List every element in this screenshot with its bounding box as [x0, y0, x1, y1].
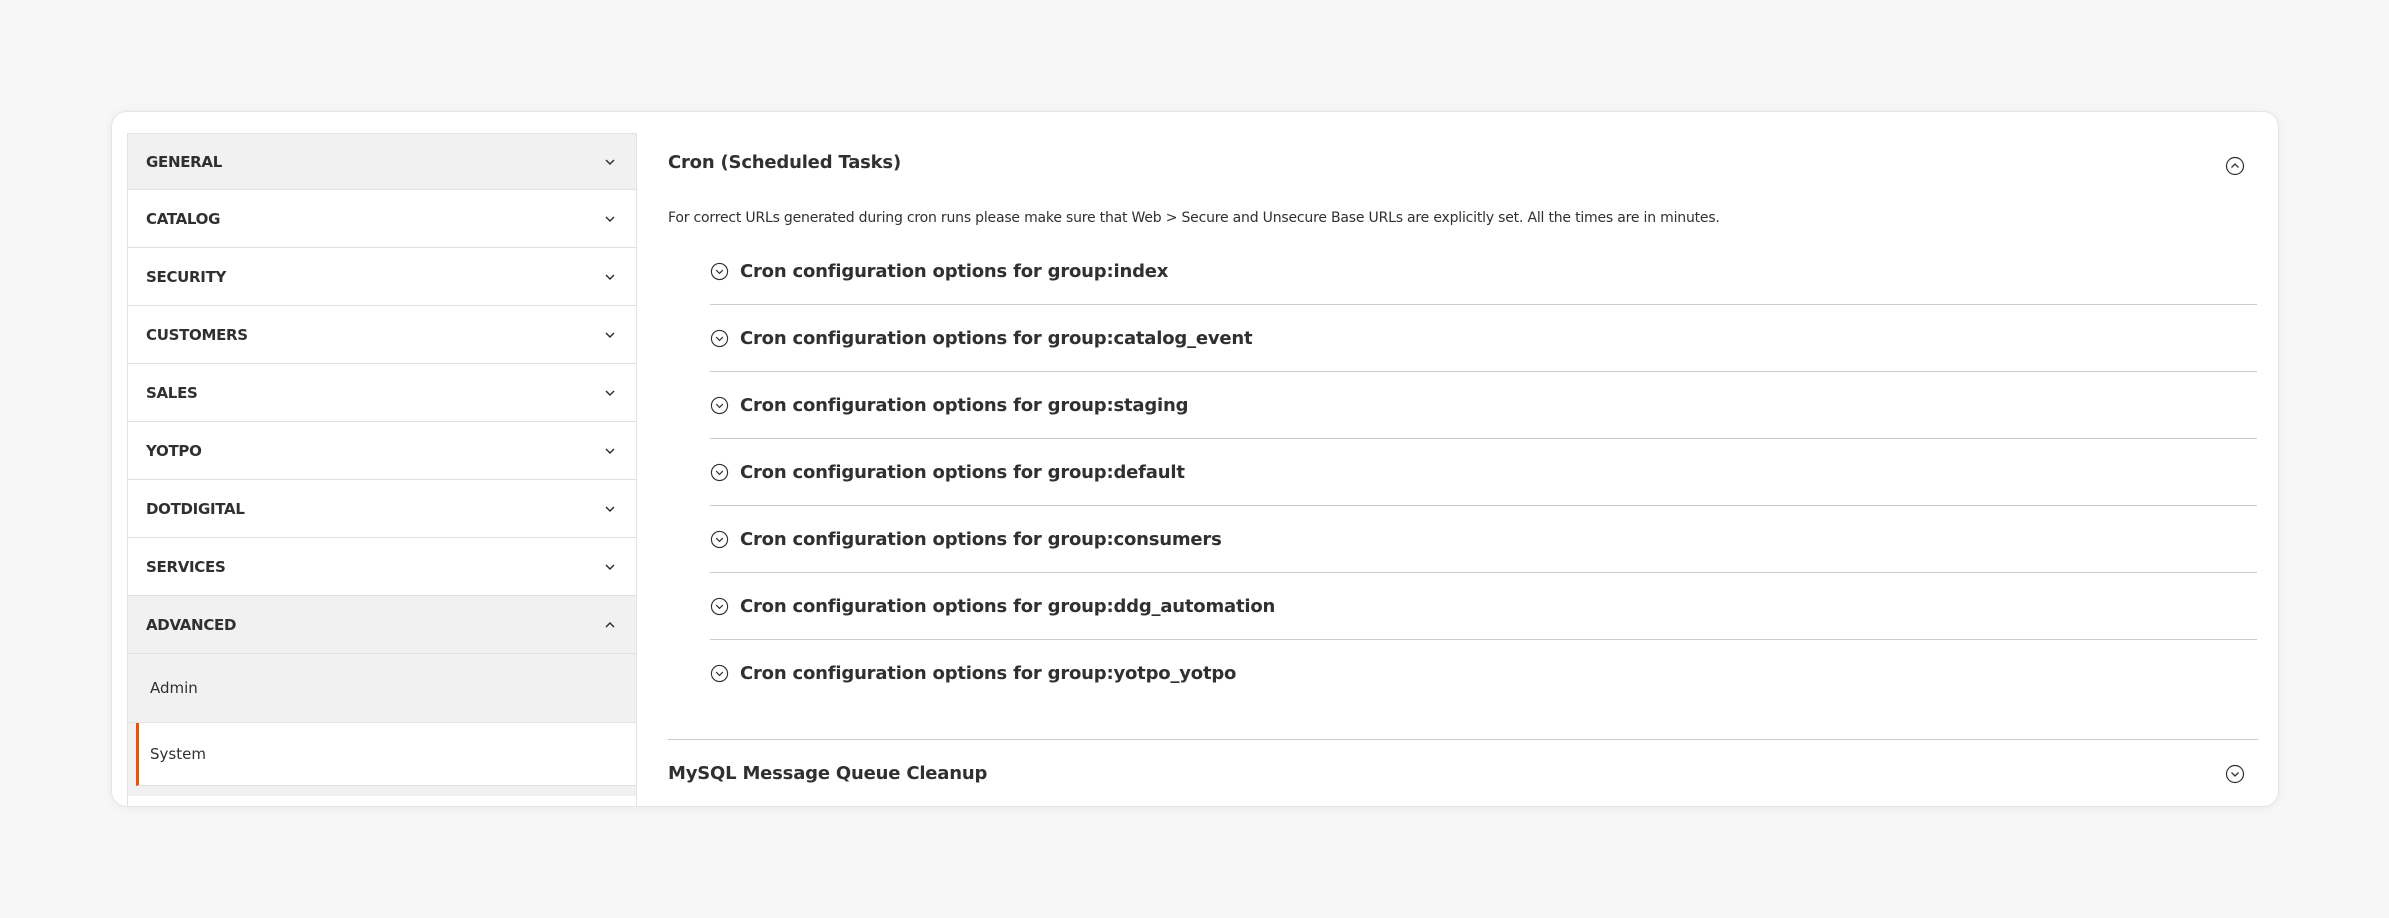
- circle-chevron-down-icon[interactable]: [2225, 764, 2245, 784]
- sidebar-item-services[interactable]: SERVICES: [128, 538, 636, 596]
- chevron-down-icon: [605, 158, 615, 165]
- chevron-down-icon: [605, 215, 615, 222]
- chevron-down-icon: [605, 563, 615, 570]
- sidebar-item-label: SERVICES: [146, 557, 226, 576]
- main-content: Cron (Scheduled Tasks) For correct URLs …: [668, 112, 2278, 806]
- chevron-up-icon: [605, 621, 615, 628]
- sidebar-item-label: SECURITY: [146, 267, 227, 286]
- section-divider: [668, 739, 2258, 740]
- config-sidebar: GENERAL CATALOG SECURITY CUSTOMERS SALES…: [127, 133, 637, 806]
- sidebar-subitem-label: Admin: [150, 679, 198, 697]
- sidebar-item-label: ADVANCED: [146, 615, 237, 634]
- sidebar-item-label: CUSTOMERS: [146, 325, 248, 344]
- cron-group-label: Cron configuration options for group:yot…: [740, 663, 1237, 684]
- cron-group-label: Cron configuration options for group:ind…: [740, 260, 1169, 282]
- sidebar-item-label: DOTDIGITAL: [146, 499, 245, 518]
- circle-chevron-down-icon: [710, 262, 729, 280]
- cron-group-consumers[interactable]: Cron configuration options for group:con…: [710, 506, 2257, 573]
- cron-group-staging[interactable]: Cron configuration options for group:sta…: [710, 372, 2257, 439]
- sidebar-item-catalog[interactable]: CATALOG: [128, 190, 636, 248]
- circle-chevron-down-icon: [710, 463, 729, 481]
- cron-group-catalog-event[interactable]: Cron configuration options for group:cat…: [710, 305, 2257, 372]
- cron-group-label: Cron configuration options for group:def…: [740, 461, 1185, 483]
- cron-section-description: For correct URLs generated during cron r…: [668, 210, 1720, 226]
- circle-chevron-down-icon: [710, 664, 729, 683]
- sidebar-item-label: CATALOG: [146, 209, 221, 228]
- sidebar-item-yotpo[interactable]: YOTPO: [128, 422, 636, 480]
- sidebar-item-sales[interactable]: SALES: [128, 364, 636, 422]
- sidebar-item-label: SALES: [146, 383, 198, 402]
- sidebar-item-general[interactable]: GENERAL: [128, 133, 636, 190]
- cron-group-yotpo-yotpo[interactable]: Cron configuration options for group:yot…: [710, 640, 2257, 707]
- chevron-down-icon: [605, 447, 615, 454]
- cron-section-title[interactable]: Cron (Scheduled Tasks): [668, 152, 901, 173]
- sidebar-item-advanced[interactable]: ADVANCED: [128, 596, 636, 654]
- mysql-queue-section-title[interactable]: MySQL Message Queue Cleanup: [668, 763, 987, 784]
- cron-group-label: Cron configuration options for group:ddg…: [740, 595, 1276, 617]
- chevron-down-icon: [605, 273, 615, 280]
- chevron-down-icon: [605, 331, 615, 338]
- config-panel: GENERAL CATALOG SECURITY CUSTOMERS SALES…: [111, 111, 2279, 807]
- cron-group-index[interactable]: Cron configuration options for group:ind…: [710, 238, 2257, 305]
- cron-group-label: Cron configuration options for group:sta…: [740, 394, 1189, 416]
- circle-chevron-down-icon: [710, 597, 729, 615]
- cron-group-label: Cron configuration options for group:cat…: [740, 327, 1253, 349]
- chevron-down-icon: [605, 505, 615, 512]
- sidebar-item-label: YOTPO: [146, 441, 202, 460]
- sidebar-subitem-system[interactable]: System: [136, 723, 636, 786]
- circle-chevron-down-icon: [710, 530, 729, 548]
- circle-chevron-down-icon: [710, 329, 729, 347]
- chevron-down-icon: [605, 389, 615, 396]
- submenu-spacer: [128, 786, 636, 796]
- sidebar-item-dotdigital[interactable]: DOTDIGITAL: [128, 480, 636, 538]
- cron-group-ddg-automation[interactable]: Cron configuration options for group:ddg…: [710, 573, 2257, 640]
- cron-group-list: Cron configuration options for group:ind…: [710, 238, 2257, 707]
- sidebar-item-label: GENERAL: [146, 152, 222, 171]
- sidebar-subitem-label: System: [150, 745, 206, 763]
- sidebar-item-customers[interactable]: CUSTOMERS: [128, 306, 636, 364]
- cron-group-label: Cron configuration options for group:con…: [740, 528, 1222, 550]
- advanced-submenu: Admin System: [128, 654, 636, 796]
- circle-chevron-down-icon: [710, 396, 729, 414]
- sidebar-subitem-admin[interactable]: Admin: [128, 654, 636, 723]
- circle-chevron-up-icon[interactable]: [2225, 156, 2245, 176]
- cron-group-default[interactable]: Cron configuration options for group:def…: [710, 439, 2257, 506]
- sidebar-item-security[interactable]: SECURITY: [128, 248, 636, 306]
